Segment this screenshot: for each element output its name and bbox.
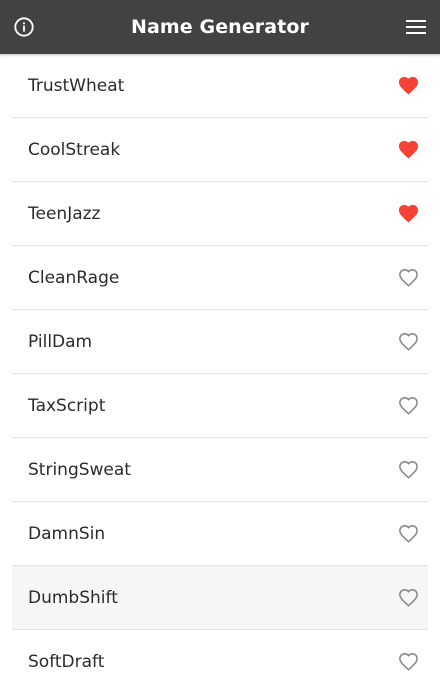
favorite-toggle[interactable] (384, 502, 432, 566)
list-item-label: TeenJazz (28, 203, 101, 224)
list-item[interactable]: SoftDraft (12, 630, 428, 677)
favorite-toggle[interactable] (384, 118, 432, 182)
list-item-label: StringSweat (28, 459, 131, 480)
favorite-toggle[interactable] (384, 310, 432, 374)
list-item-label: TrustWheat (28, 75, 125, 96)
info-icon (14, 17, 34, 37)
list-item-label: SoftDraft (28, 651, 105, 672)
heart-filled-icon (398, 76, 418, 95)
heart-outline-icon (398, 269, 418, 287)
list-item-label: CoolStreak (28, 139, 121, 160)
list-item-label: DumbShift (28, 587, 118, 608)
name-list: TrustWheat CoolStreak TeenJazz CleanRage… (0, 54, 440, 677)
favorite-toggle[interactable] (384, 438, 432, 502)
list-item[interactable]: DumbShift (12, 566, 428, 630)
app-root: Name Generator TrustWheat CoolStreak Tee… (0, 0, 440, 677)
heart-outline-icon (398, 461, 418, 479)
list-item-label: DamnSin (28, 523, 106, 544)
list-item[interactable]: PillDam (12, 310, 428, 374)
info-button[interactable] (0, 0, 48, 54)
list-item[interactable]: CleanRage (12, 246, 428, 310)
favorite-toggle[interactable] (384, 182, 432, 246)
favorite-toggle[interactable] (384, 54, 432, 118)
favorite-toggle[interactable] (384, 374, 432, 438)
heart-outline-icon (398, 525, 418, 543)
heart-outline-icon (398, 397, 418, 415)
list-item-label: TaxScript (28, 395, 106, 416)
heart-outline-icon (398, 333, 418, 351)
menu-button[interactable] (392, 0, 440, 54)
list-item-label: CleanRage (28, 267, 120, 288)
heart-filled-icon (398, 140, 418, 159)
list-item[interactable]: TaxScript (12, 374, 428, 438)
list-item-label: PillDam (28, 331, 93, 352)
app-title: Name Generator (130, 16, 309, 38)
heart-filled-icon (398, 204, 418, 223)
menu-icon (406, 20, 426, 34)
favorite-toggle[interactable] (384, 246, 432, 310)
app-bar: Name Generator (0, 0, 440, 54)
list-item[interactable]: TrustWheat (12, 54, 428, 118)
favorite-toggle[interactable] (384, 630, 432, 677)
list-item[interactable]: DamnSin (12, 502, 428, 566)
list-item[interactable]: StringSweat (12, 438, 428, 502)
list-item[interactable]: CoolStreak (12, 118, 428, 182)
heart-outline-icon (398, 653, 418, 671)
list-item[interactable]: TeenJazz (12, 182, 428, 246)
heart-outline-icon (398, 589, 418, 607)
favorite-toggle[interactable] (384, 566, 432, 630)
